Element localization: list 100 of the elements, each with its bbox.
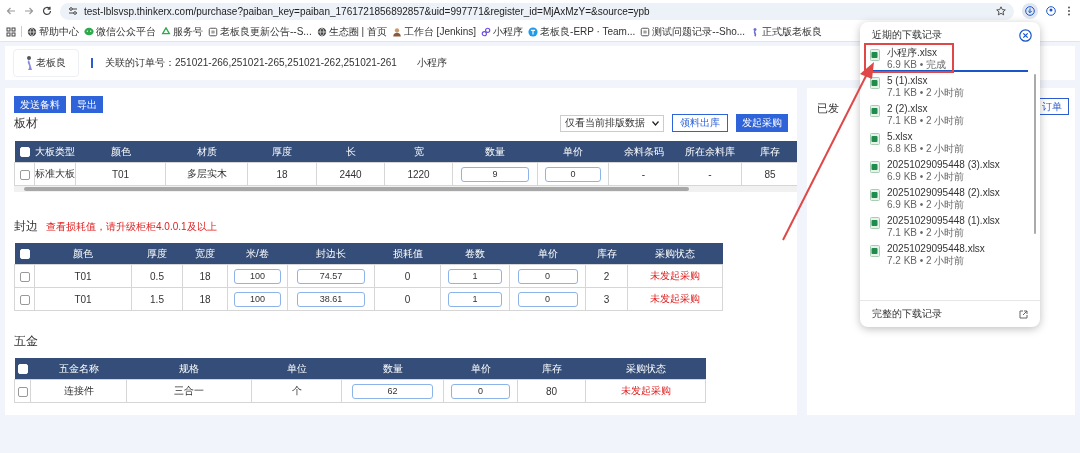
file-name: 2 (2).xlsx <box>887 103 929 115</box>
bookmark[interactable]: 老板良-ERP · Team... <box>528 24 636 39</box>
input-field[interactable]: 100 <box>233 268 282 284</box>
action-button[interactable]: 导出 <box>71 96 103 113</box>
column-header: 长 <box>345 145 356 157</box>
url-text: test-lblsvsp.thinkerx.com/purchase?paiban_key=paiban_1761721856892857&uid=997771&register_id=MjAxMzY=&source=ypb <box>84 5 650 17</box>
column-header: 库存 <box>596 247 617 259</box>
input-field[interactable]: 62 <box>352 383 433 399</box>
table-cell: 1220 <box>407 168 430 180</box>
history-link[interactable]: 完整的下载记录 <box>872 307 942 321</box>
profile-icon[interactable] <box>1046 6 1056 16</box>
spreadsheet-icon <box>870 189 880 201</box>
close-icon[interactable] <box>1019 28 1032 42</box>
bookmark[interactable]: 小程序 <box>481 24 524 39</box>
table-cell: 3 <box>603 293 610 305</box>
action-button[interactable]: 领料出库 <box>672 114 728 132</box>
order-numbers: 关联的订单号：251021-266,251021-265,251021-262,251021-261 <box>105 56 397 70</box>
table-cell: 个 <box>291 385 302 396</box>
table-cell: 多层实木 <box>186 168 227 179</box>
column-header: 宽度 <box>195 247 215 259</box>
circle-logo-icon <box>528 26 539 37</box>
spreadsheet-icon <box>870 49 880 61</box>
input-field[interactable]: 0 <box>545 166 601 182</box>
column-header: 单价 <box>470 362 491 374</box>
input-field[interactable]: 38.61 <box>296 291 366 307</box>
action-button[interactable]: 发送备料 <box>14 96 66 113</box>
checkbox[interactable] <box>17 386 28 397</box>
input-field[interactable]: 1 <box>447 291 503 307</box>
external-link-icon[interactable] <box>1019 309 1028 319</box>
file-info: 7.1 KB • 2 小时前 <box>887 227 966 238</box>
panel-title: 已发 <box>817 101 839 116</box>
bookmark[interactable]: 微信公众平台 <box>84 24 156 39</box>
bookmark[interactable]: 老板良更新公告--S... <box>208 24 312 39</box>
source-label: 小程序 <box>416 56 447 70</box>
column-header: 单价 <box>563 145 583 157</box>
input-field[interactable]: 74.57 <box>296 268 366 284</box>
table-cell: 2 <box>603 270 610 282</box>
table-cell: T01 <box>74 270 92 282</box>
column-header: 大板类型 <box>35 145 75 157</box>
column-header: 规格 <box>179 362 199 374</box>
column-header: 库存 <box>541 362 562 374</box>
table-cell: 80 <box>545 385 558 397</box>
star-icon[interactable] <box>996 6 1006 16</box>
file-name: 20251029095448 (2).xlsx <box>887 187 1000 199</box>
table-cell: 18 <box>199 293 211 305</box>
table-cell: 0.5 <box>150 270 164 282</box>
popup-title: 近期的下载记录 <box>872 28 942 42</box>
status-text: 未发起采购 <box>650 293 700 304</box>
bookmark[interactable]: 工作台 [Jenkins] <box>391 24 477 39</box>
checkbox[interactable] <box>19 271 30 282</box>
input-field[interactable]: 100 <box>233 291 282 307</box>
globe-icon <box>27 26 37 37</box>
scrollbar[interactable] <box>14 186 797 192</box>
input-field[interactable]: 1 <box>447 268 503 284</box>
column-header: 数量 <box>382 362 403 374</box>
input-field[interactable]: 9 <box>461 166 529 182</box>
document-icon <box>208 26 218 37</box>
apps-icon[interactable] <box>6 26 16 37</box>
bookmark[interactable]: 测试问题记录--Sho... <box>640 24 746 39</box>
download-button[interactable] <box>1022 3 1038 19</box>
input-field[interactable]: 0 <box>517 268 578 284</box>
triangle-icon <box>161 26 171 37</box>
file-name: 20251029095448 (3).xlsx <box>887 159 1000 171</box>
column-header: 颜色 <box>73 247 93 259</box>
column-header: 单价 <box>537 247 558 259</box>
checkbox[interactable] <box>19 294 30 305</box>
link-icon <box>481 26 492 37</box>
logo-text: 老板良 <box>36 56 66 70</box>
bookmark[interactable]: 帮助中心 <box>27 24 79 39</box>
column-header: 五金名称 <box>58 362 99 374</box>
bookmark[interactable]: 服务号 <box>161 24 203 39</box>
column-header: 厚度 <box>272 145 292 157</box>
column-header: 数量 <box>485 145 505 157</box>
address-bar[interactable]: test-lblsvsp.thinkerx.com/purchase?paiban_key=paiban_1761721856892857&uid=997771&register_id=MjAxMzY=&source=ypb <box>60 2 1014 20</box>
file-info: 7.2 KB • 2 小时前 <box>887 255 966 266</box>
spreadsheet-icon <box>870 245 880 257</box>
checkbox[interactable] <box>19 169 30 180</box>
file-info: 6.9 KB • 完成 <box>887 59 947 70</box>
site-settings-icon[interactable] <box>68 6 78 16</box>
reload-icon[interactable] <box>42 6 52 16</box>
column-header: 厚度 <box>147 247 167 259</box>
file-info: 6.9 KB • 2 小时前 <box>887 199 966 210</box>
filter-select[interactable]: 仅看当前排版数据 <box>560 114 664 132</box>
table-cell: 标准大板 <box>35 168 75 179</box>
table-cell: 0 <box>404 270 411 282</box>
action-button[interactable]: 发起采购 <box>736 114 788 132</box>
figure-icon <box>24 55 33 71</box>
file-name: 5.xlsx <box>887 131 914 143</box>
column-header: 损耗值 <box>392 247 423 259</box>
input-field[interactable]: 0 <box>517 291 578 307</box>
column-header: 封边长 <box>316 247 346 259</box>
table-cell: T01 <box>111 168 130 180</box>
status-text: 未发起采购 <box>650 270 700 281</box>
section-title: 五金 <box>14 334 38 348</box>
bookmark[interactable]: 正式版老板良 <box>750 24 823 39</box>
bookmark[interactable]: 生态圈 | 首页 <box>316 24 387 39</box>
table-cell: 18 <box>276 168 288 180</box>
file-info: 6.8 KB • 2 小时前 <box>887 143 965 154</box>
input-field[interactable]: 0 <box>451 383 510 399</box>
column-header: 颜色 <box>110 145 131 157</box>
